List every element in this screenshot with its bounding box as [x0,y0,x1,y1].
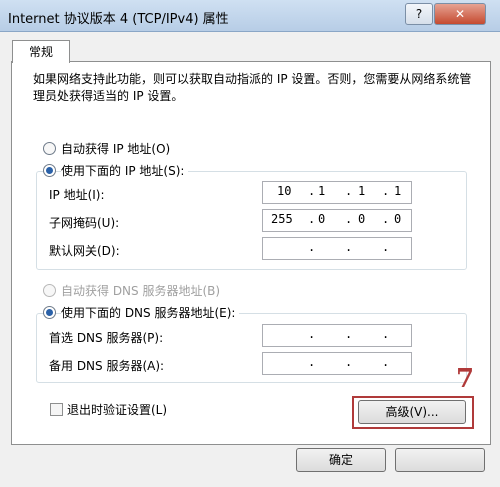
cancel-button[interactable] [395,448,485,472]
ip-address-label: IP 地址(I): [49,188,105,202]
preferred-dns-input[interactable]: ... [262,324,412,347]
window-title: Internet 协议版本 4 (TCP/IPv4) 属性 [8,12,229,27]
validate-label: 退出时验证设置(L) [67,403,168,417]
radio-auto-ip[interactable] [43,142,56,155]
manual-dns-label: 使用下面的 DNS 服务器地址(E): [61,304,240,321]
radio-manual-ip[interactable] [43,164,56,177]
help-button[interactable]: ? [405,3,433,25]
radio-auto-dns[interactable] [43,284,56,297]
subnet-mask-label: 子网掩码(U): [49,216,120,230]
tab-general[interactable]: 常规 [12,40,70,63]
description-text: 如果网络支持此功能，则可以获取自动指派的 IP 设置。否则，您需要从网络系统管理… [33,72,472,103]
radio-manual-dns[interactable] [43,306,56,319]
advanced-button[interactable]: 高级(V)... [358,400,466,424]
validate-checkbox[interactable] [50,403,63,416]
gateway-label: 默认网关(D): [49,244,120,258]
alternate-dns-label: 备用 DNS 服务器(A): [49,359,165,373]
auto-dns-label: 自动获得 DNS 服务器地址(B) [61,284,221,298]
alternate-dns-input[interactable]: ... [262,352,412,375]
step-number-annotation: 7 [456,364,475,394]
close-button[interactable]: ✕ [434,3,486,25]
ip-address-input[interactable]: 10 .1 .1 .1 [262,181,412,204]
gateway-input[interactable]: ... [262,237,412,260]
manual-ip-label: 使用下面的 IP 地址(S): [61,162,189,179]
title-bar: Internet 协议版本 4 (TCP/IPv4) 属性 ? ✕ [0,0,500,32]
ok-button[interactable]: 确定 [296,448,386,472]
subnet-mask-input[interactable]: 255 .0 .0 .0 [262,209,412,232]
auto-ip-label: 自动获得 IP 地址(O) [61,142,171,156]
preferred-dns-label: 首选 DNS 服务器(P): [49,331,164,345]
